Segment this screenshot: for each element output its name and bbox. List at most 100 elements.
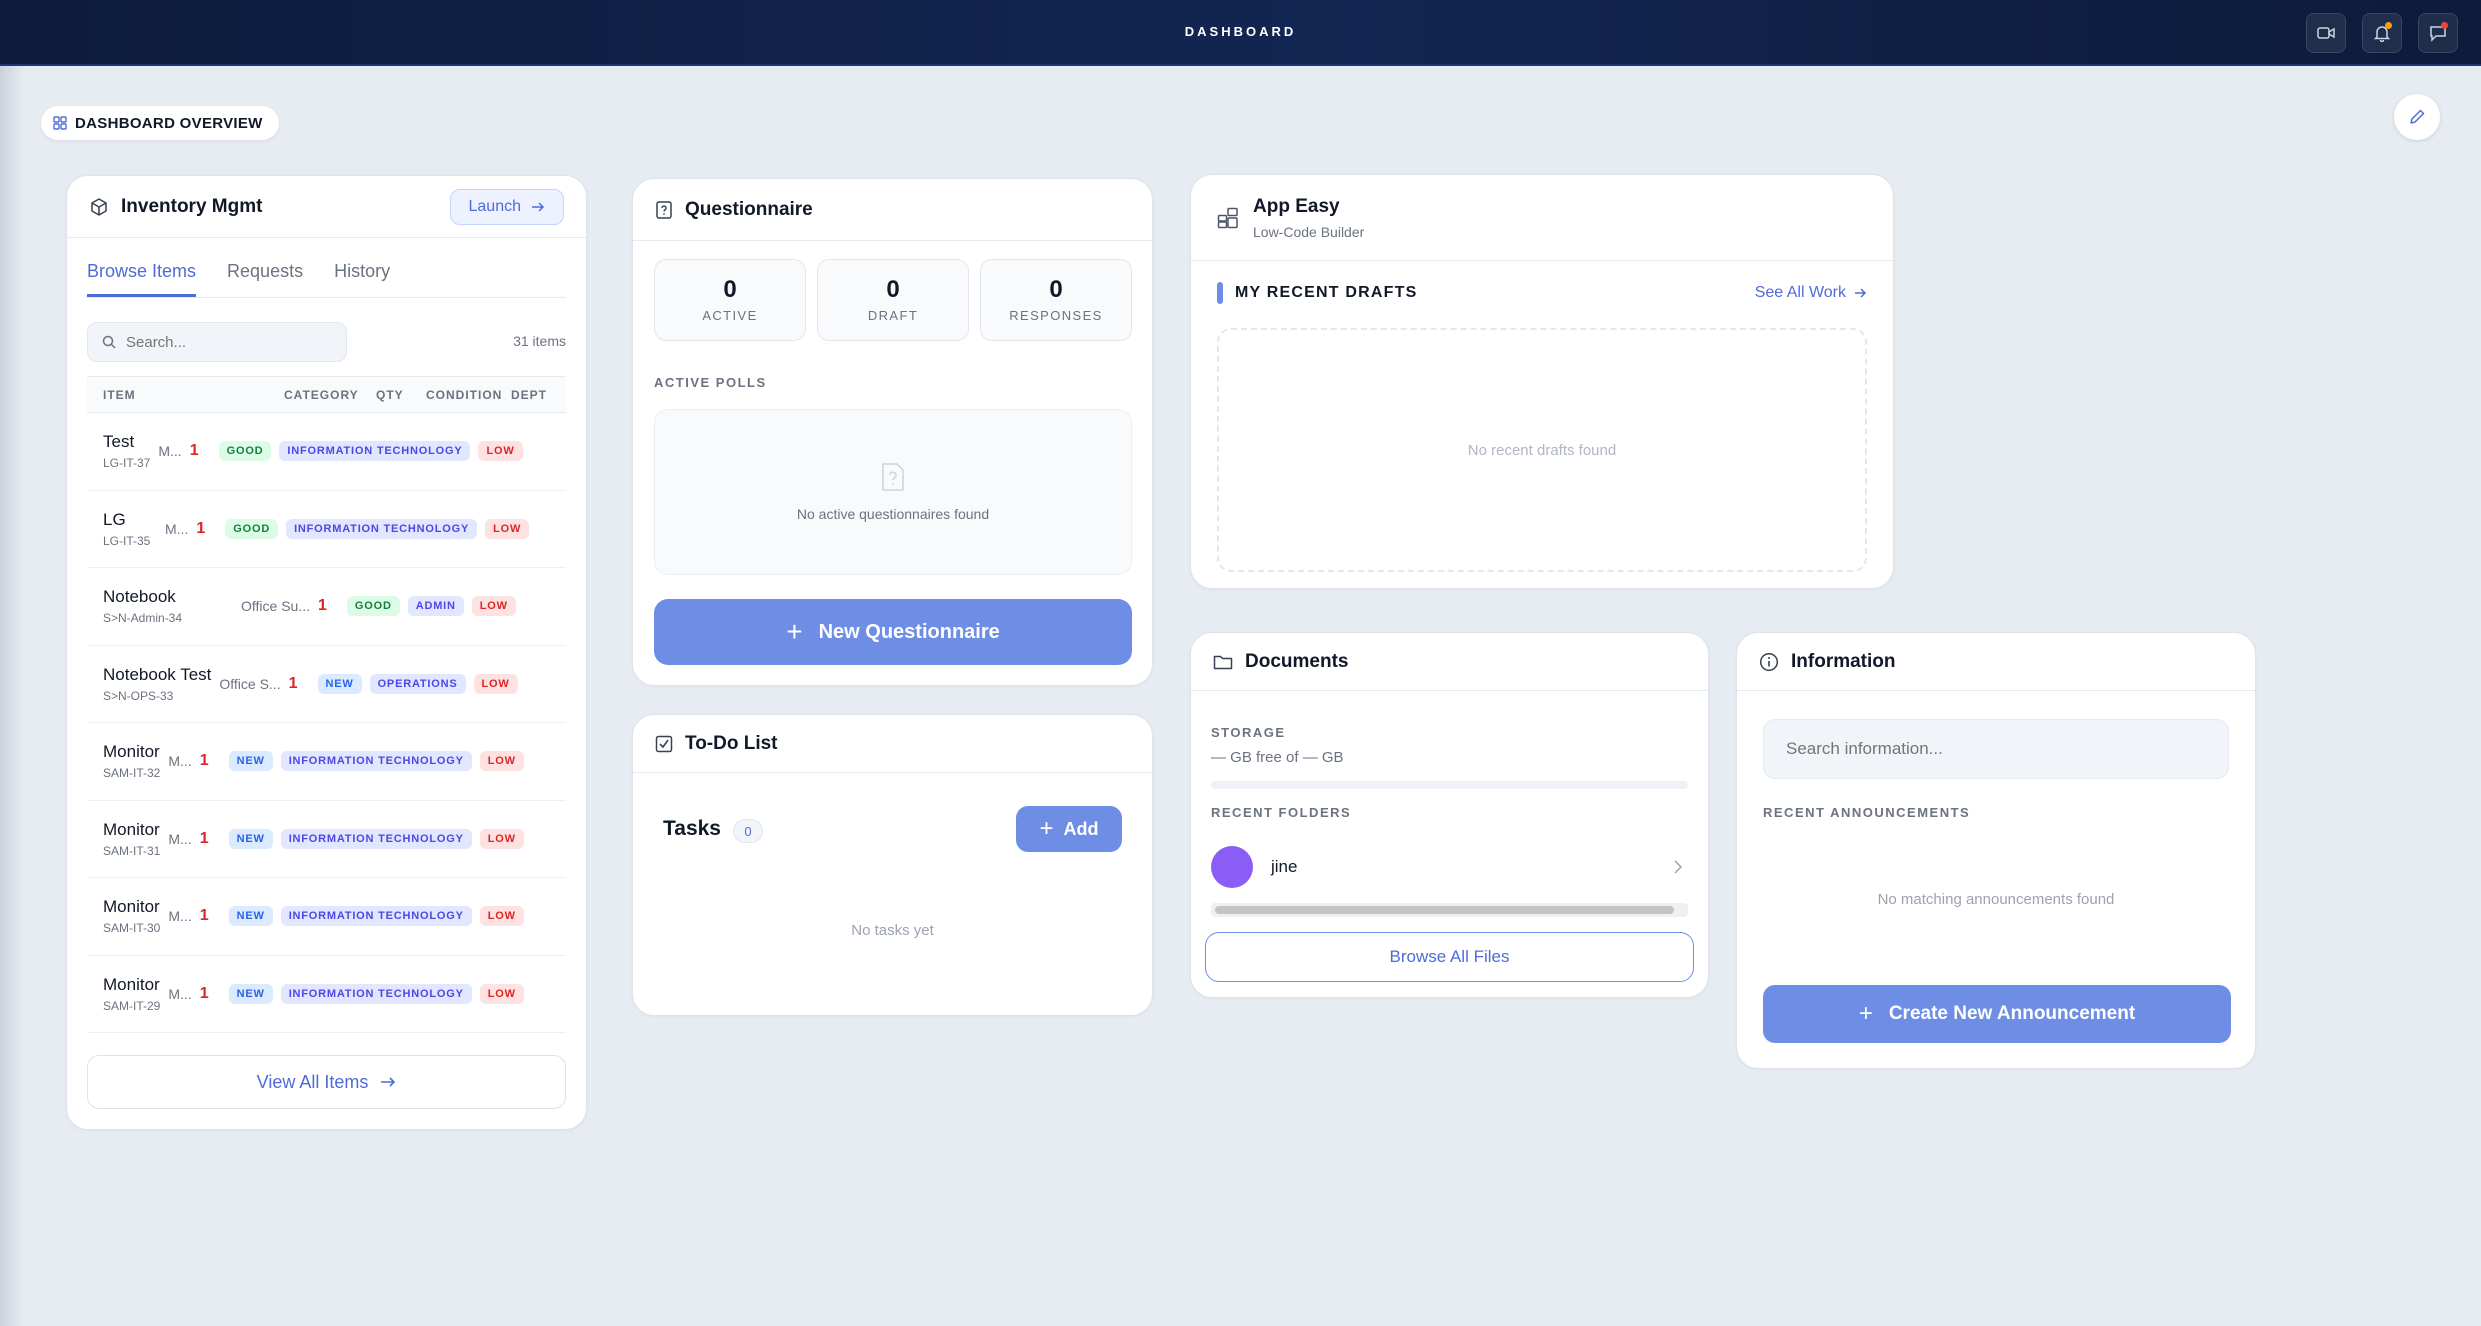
dept-badge: INFORMATION TECHNOLOGY [280,983,472,1004]
table-row[interactable]: Notebook Test S>N-OPS-33 Office S... 1 N… [87,646,566,723]
dashboard-overview-pill: DASHBOARD OVERVIEW [41,106,279,140]
arrow-right-icon [1855,288,1867,298]
priority-badge: LOW [485,518,530,539]
questionnaire-icon [656,200,672,219]
chevron-right-icon [1674,860,1682,874]
table-row[interactable]: Monitor SAM-IT-30 M... 1 NEW INFORMATION… [87,878,566,956]
table-row[interactable]: Monitor SAM-IT-31 M... 1 NEW INFORMATION… [87,801,566,878]
col-item: ITEM [103,387,136,402]
app-easy-titles: App Easy Low-Code Builder [1253,196,1364,240]
notifications-button[interactable] [2362,13,2402,53]
questionnaire-title: Questionnaire [685,198,813,220]
table-row[interactable]: Notebook S>N-Admin-34 Office Su... 1 GOO… [87,568,566,646]
item-cell: LG LG-IT-35 [103,510,157,548]
table-header: ITEM CATEGORY QTY CONDITION DEPT [87,377,566,413]
inventory-title: Inventory Mgmt [121,195,263,217]
table-row[interactable]: Test LG-IT-37 M... 1 GOOD INFORMATION TE… [87,413,566,491]
folder-item[interactable]: jine [1211,839,1688,895]
table-row[interactable]: Monitor SAM-IT-32 M... 1 NEW INFORMATION… [87,723,566,801]
app-grid-icon [1217,207,1238,228]
condition-badge: NEW [317,673,362,694]
launch-button[interactable]: Launch [449,188,564,225]
topbar-title: DASHBOARD [1184,24,1297,39]
notification-dot [2385,22,2392,29]
empty-polls-text: No active questionnaires found [796,506,990,522]
table-row[interactable]: LG LG-IT-35 M... 1 GOOD INFORMATION TECH… [87,491,566,568]
dept-badge: INFORMATION TECHNOLOGY [286,518,478,539]
dashboard-overview-label: DASHBOARD OVERVIEW [75,114,263,132]
create-announcement-button[interactable]: + Create New Announcement [1763,985,2231,1043]
item-name: Monitor [103,974,160,994]
inventory-count: 31 items [513,333,566,349]
item-category: Office S... [219,675,281,692]
tab-browse-items[interactable]: Browse Items [87,261,197,297]
item-category: M... [165,520,189,537]
col-condition: CONDITION [426,387,503,402]
see-all-label: See All Work [1754,284,1846,301]
item-name: Monitor [103,742,160,762]
search-icon [102,335,116,349]
arrow-right-icon [381,1077,396,1087]
scrollbar-thumb[interactable] [1215,906,1674,914]
app-easy-title: App Easy [1253,195,1340,217]
browse-all-files-button[interactable]: Browse All Files [1205,932,1694,982]
item-qty: 1 [189,442,199,460]
item-category: M... [168,753,192,770]
tasks-count-badge: 0 [733,819,763,843]
tasks-title: Tasks [663,817,721,840]
tab-requests[interactable]: Requests [227,261,303,297]
priority-badge: LOW [473,673,518,694]
info-icon [1759,652,1779,671]
item-cell: Notebook S>N-Admin-34 [103,587,233,625]
item-category: M... [168,830,192,847]
item-cell: Monitor SAM-IT-30 [103,897,160,935]
item-code: S>N-Admin-34 [103,611,183,626]
item-code: S>N-OPS-33 [103,688,174,703]
information-search-input[interactable] [1786,739,2228,759]
questionnaire-card: Questionnaire 0 ACTIVE 0 DRAFT 0 RESPONS… [632,178,1153,686]
storage-bar [1211,781,1688,789]
messages-button[interactable] [2418,13,2458,53]
view-all-items-button[interactable]: View All Items [87,1055,566,1109]
stat-responses-value: 0 [1049,276,1063,303]
inventory-search[interactable] [87,322,347,362]
edit-dashboard-button[interactable] [2394,94,2440,140]
tab-history[interactable]: History [334,261,390,297]
drafts-empty-box: No recent drafts found [1217,328,1867,572]
item-name: LG [103,509,126,529]
left-edge-shadow [0,0,24,1326]
condition-badge: GOOD [346,596,400,617]
add-task-button[interactable]: + Add [1016,806,1122,852]
item-qty: 1 [199,907,209,925]
item-category: Office Su... [241,598,310,615]
plus-icon: + [786,616,803,647]
documents-header: Documents [1191,633,1708,691]
inventory-search-input[interactable] [126,333,326,351]
information-card: Information RECENT ANNOUNCEMENTS No matc… [1736,632,2256,1069]
priority-badge: LOW [479,906,524,927]
stat-active-value: 0 [723,276,737,303]
arrow-right-icon [532,201,545,212]
create-announcement-label: Create New Announcement [1888,1003,2136,1024]
recent-drafts-label: MY RECENT DRAFTS [1235,284,1418,301]
table-row[interactable]: Monitor SAM-IT-29 M... 1 NEW INFORMATION… [87,956,566,1033]
inventory-tabs: Browse Items Requests History [87,238,566,298]
item-name: Notebook Test [103,664,212,684]
new-questionnaire-button[interactable]: + New Questionnaire [654,599,1132,665]
video-button[interactable] [2306,13,2346,53]
item-code: SAM-IT-29 [103,998,161,1013]
condition-badge: NEW [228,906,273,927]
dept-badge: ADMIN [407,596,464,617]
item-name: Notebook [103,587,176,607]
col-category: CATEGORY [284,387,359,402]
plus-icon: + [1858,1000,1873,1027]
condition-badge: GOOD [225,518,279,539]
recent-folders-label: RECENT FOLDERS [1211,805,1352,820]
item-cell: Test LG-IT-37 [103,432,150,470]
see-all-work-link[interactable]: See All Work [1755,284,1867,302]
item-cell: Notebook Test S>N-OPS-33 [103,665,211,703]
information-search[interactable] [1763,719,2229,779]
folders-scrollbar[interactable] [1211,903,1688,917]
stat-active: 0 ACTIVE [654,259,806,341]
empty-document-icon [882,463,904,491]
